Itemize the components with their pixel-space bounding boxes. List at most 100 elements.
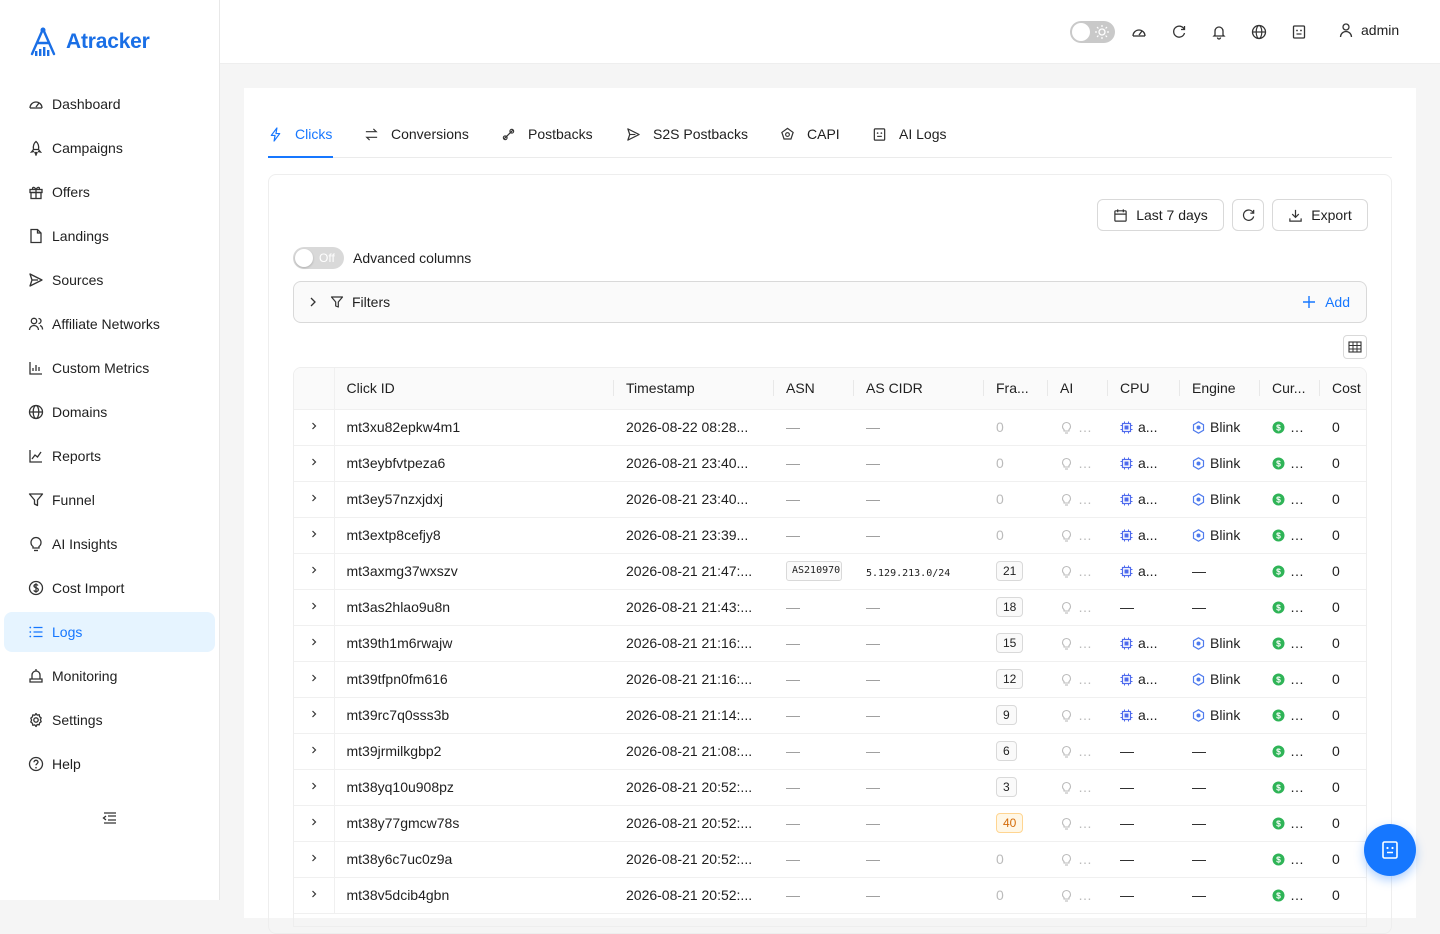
chevron-right-icon[interactable] xyxy=(308,852,320,864)
sidebar-item-custom-metrics[interactable]: Custom Metrics xyxy=(4,348,215,388)
click-id-cell[interactable]: mt38y6c7uc0z9a xyxy=(334,841,614,878)
click-id-cell[interactable]: mt38v5dcib4gbn xyxy=(334,877,614,914)
ai-cell[interactable]: … xyxy=(1048,409,1108,446)
click-id-cell[interactable]: mt39tfpn0fm616 xyxy=(334,661,614,698)
expand-row-cell[interactable] xyxy=(294,841,335,878)
click-id-cell[interactable]: mt3axmg37wxszv xyxy=(334,553,614,590)
column-header-as-cidr[interactable]: AS CIDR xyxy=(854,368,984,410)
chevron-right-icon[interactable] xyxy=(308,492,320,504)
expand-row-cell[interactable] xyxy=(294,409,335,446)
tab-conversions[interactable]: Conversions xyxy=(364,126,469,142)
sidebar-item-sources[interactable]: Sources xyxy=(4,260,215,300)
chevron-right-icon[interactable] xyxy=(308,708,320,720)
ai-cell[interactable]: … xyxy=(1048,877,1108,914)
chevron-right-icon[interactable] xyxy=(306,295,320,309)
date-range-button[interactable]: Last 7 days xyxy=(1097,199,1224,231)
column-header-click-id[interactable]: Click ID xyxy=(334,368,614,410)
sidebar-item-reports[interactable]: Reports xyxy=(4,436,215,476)
column-settings-button[interactable] xyxy=(1343,335,1367,359)
ai-cell[interactable]: … xyxy=(1048,697,1108,734)
expand-row-cell[interactable] xyxy=(294,625,335,662)
ai-cell[interactable]: … xyxy=(1048,841,1108,878)
sidebar-item-monitoring[interactable]: Monitoring xyxy=(4,656,215,696)
column-header-cur[interactable]: Cur... xyxy=(1260,368,1320,410)
chevron-right-icon[interactable] xyxy=(308,456,320,468)
chevron-right-icon[interactable] xyxy=(308,888,320,900)
tab-capi[interactable]: CAPI xyxy=(780,126,840,142)
tab-s2s-postbacks[interactable]: S2S Postbacks xyxy=(626,126,748,142)
click-id-cell[interactable]: mt3as2hlao9u8n xyxy=(334,589,614,626)
sidebar-item-affiliate-networks[interactable]: Affiliate Networks xyxy=(4,304,215,344)
ai-cell[interactable]: … xyxy=(1048,661,1108,698)
chevron-right-icon[interactable] xyxy=(308,636,320,648)
export-button[interactable]: Export xyxy=(1272,199,1368,231)
click-id-cell[interactable]: mt3eybfvtpeza6 xyxy=(334,445,614,482)
add-filter-button[interactable]: Add xyxy=(1302,294,1350,310)
refresh-icon[interactable] xyxy=(1171,24,1187,40)
expand-row-cell[interactable] xyxy=(294,877,335,914)
ai-cell[interactable]: … xyxy=(1048,733,1108,770)
column-header-timestamp[interactable]: Timestamp xyxy=(614,368,774,410)
column-header-engine[interactable]: Engine xyxy=(1180,368,1260,410)
advanced-columns-switch[interactable]: Off xyxy=(293,247,344,269)
table-row[interactable]: mt38yq10u908pz 2026-08-21 20:52:... — — … xyxy=(294,769,1366,806)
click-id-cell[interactable]: mt38yq10u908pz xyxy=(334,769,614,806)
column-header-cpu[interactable]: CPU xyxy=(1108,368,1180,410)
table-row[interactable]: mt38y6c7uc0z9a 2026-08-21 20:52:... — — … xyxy=(294,841,1366,878)
chevron-right-icon[interactable] xyxy=(308,420,320,432)
table-row[interactable]: mt38v5dcib4gbn 2026-08-21 20:52:... — — … xyxy=(294,877,1366,914)
chevron-right-icon[interactable] xyxy=(308,528,320,540)
ai-assistant-button[interactable] xyxy=(1364,824,1416,876)
sidebar-item-campaigns[interactable]: Campaigns xyxy=(4,128,215,168)
ai-cell[interactable]: … xyxy=(1048,553,1108,590)
column-header-cost[interactable]: Cost xyxy=(1320,368,1366,410)
sidebar-item-help[interactable]: Help xyxy=(4,744,215,784)
expand-row-cell[interactable] xyxy=(294,661,335,698)
table-row[interactable]: mt3axmg37wxszv 2026-08-21 21:47:... AS21… xyxy=(294,553,1366,590)
chevron-right-icon[interactable] xyxy=(308,672,320,684)
expand-row-cell[interactable] xyxy=(294,481,335,518)
user-menu[interactable]: admin xyxy=(1338,22,1399,38)
table-row[interactable]: mt3extp8cefjy8 2026-08-21 23:39... — — 0… xyxy=(294,517,1366,554)
robot-icon[interactable] xyxy=(1291,24,1307,40)
chevron-right-icon[interactable] xyxy=(308,564,320,576)
table-row[interactable]: mt3xu82epkw4m1 2026-08-22 08:28... — — 0… xyxy=(294,409,1366,446)
click-id-cell[interactable]: mt38y77gmcw78s xyxy=(334,805,614,842)
table-row[interactable]: mt3eybfvtpeza6 2026-08-21 23:40... — — 0… xyxy=(294,445,1366,482)
theme-toggle[interactable] xyxy=(1070,21,1115,43)
column-header-fra[interactable]: Fra... xyxy=(984,368,1048,410)
table-row[interactable]: mt39th1m6rwajw 2026-08-21 21:16:... — — … xyxy=(294,625,1366,662)
table-row[interactable]: mt39rc7q0sss3b 2026-08-21 21:14:... — — … xyxy=(294,697,1366,734)
globe-icon[interactable] xyxy=(1251,24,1267,40)
click-id-cell[interactable]: mt39rc7q0sss3b xyxy=(334,697,614,734)
filters-collapse[interactable]: Filters Add xyxy=(293,281,1367,323)
collapse-sidebar-icon[interactable] xyxy=(102,810,118,826)
chevron-right-icon[interactable] xyxy=(308,600,320,612)
column-header-asn[interactable]: ASN xyxy=(774,368,854,410)
sidebar-item-landings[interactable]: Landings xyxy=(4,216,215,256)
ai-cell[interactable]: … xyxy=(1048,589,1108,626)
click-id-cell[interactable]: mt3extp8cefjy8 xyxy=(334,517,614,554)
expand-row-cell[interactable] xyxy=(294,517,335,554)
expand-row-cell[interactable] xyxy=(294,445,335,482)
sidebar-item-settings[interactable]: Settings xyxy=(4,700,215,740)
expand-row-cell[interactable] xyxy=(294,733,335,770)
table-row[interactable]: mt3ey57nzxjdxj 2026-08-21 23:40... — — 0… xyxy=(294,481,1366,518)
ai-cell[interactable]: … xyxy=(1048,805,1108,842)
sidebar-item-offers[interactable]: Offers xyxy=(4,172,215,212)
click-id-cell[interactable]: mt39jrmilkgbp2 xyxy=(334,733,614,770)
tab-ai-logs[interactable]: AI Logs xyxy=(872,126,946,142)
refresh-table-button[interactable] xyxy=(1232,199,1264,231)
ai-cell[interactable]: … xyxy=(1048,769,1108,806)
sidebar-item-cost-import[interactable]: Cost Import xyxy=(4,568,215,608)
column-header-ai[interactable]: AI xyxy=(1048,368,1108,410)
sidebar-item-logs[interactable]: Logs xyxy=(4,612,215,652)
sidebar-item-funnel[interactable]: Funnel xyxy=(4,480,215,520)
dashboard-gauge-icon[interactable] xyxy=(1131,24,1147,40)
tab-clicks[interactable]: Clicks xyxy=(268,126,332,142)
app-logo[interactable]: Atracker xyxy=(26,26,150,58)
expand-row-cell[interactable] xyxy=(294,769,335,806)
expand-row-cell[interactable] xyxy=(294,697,335,734)
ai-cell[interactable]: … xyxy=(1048,517,1108,554)
ai-cell[interactable]: … xyxy=(1048,481,1108,518)
